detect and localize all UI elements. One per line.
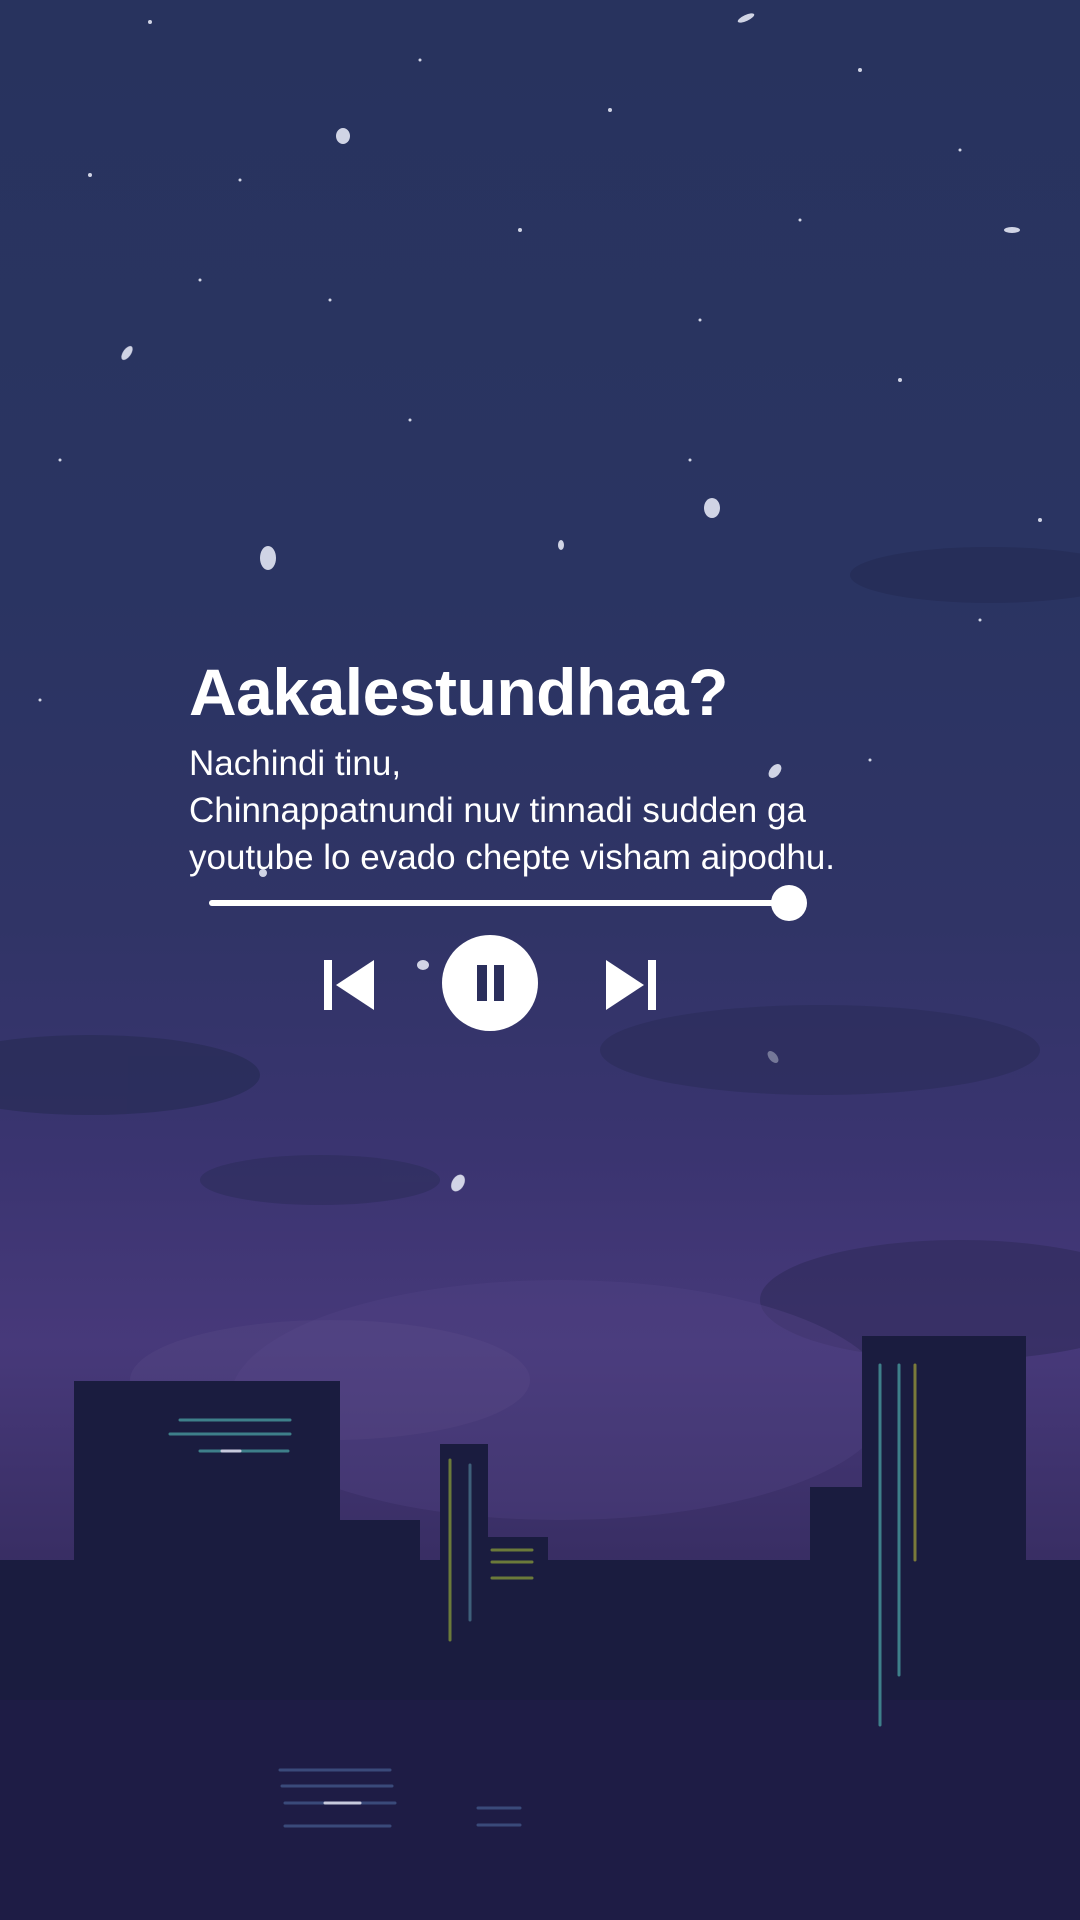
music-player-screen: Aakalestundhaa? Nachindi tinu, Chinnappa… [0,0,1080,1920]
lyric-line: Nachindi tinu, [189,744,402,783]
next-track-button[interactable] [604,959,658,1011]
playback-controls [0,935,1080,1035]
lyric-line: youtube lo evado chepte visham aipodhu. [189,838,836,877]
skip-next-icon [606,960,656,1010]
pause-icon [477,965,504,1001]
song-title: Aakalestundhaa? [189,655,729,729]
previous-track-button[interactable] [322,959,376,1011]
pause-button[interactable] [442,935,538,1031]
progress-slider[interactable] [209,880,808,924]
progress-knob[interactable] [771,885,808,921]
lyric-line: Chinnappatnundi nuv tinnadi sudden ga [189,791,806,830]
lyrics-block: Nachindi tinu, Chinnappatnundi nuv tinna… [189,740,909,881]
skip-previous-icon [324,960,374,1010]
progress-fill [209,900,790,906]
song-info: Aakalestundhaa? Nachindi tinu, Chinnappa… [189,650,909,881]
